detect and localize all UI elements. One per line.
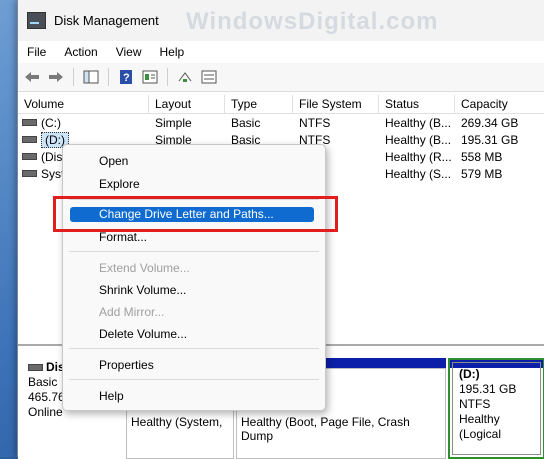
back-arrow-icon[interactable] xyxy=(22,68,42,86)
column-layout[interactable]: Layout xyxy=(149,95,225,113)
capacity-cell: 269.34 GB xyxy=(461,115,519,130)
menu-item-open[interactable]: Open xyxy=(99,154,128,168)
help-icon[interactable]: ? xyxy=(116,68,136,86)
column-volume[interactable]: Volume xyxy=(18,95,149,113)
disk-management-icon xyxy=(27,12,46,29)
menu-item-explore[interactable]: Explore xyxy=(99,177,140,191)
title-bar: Disk Management WindowsDigital.com xyxy=(18,0,544,41)
console-tree-icon[interactable] xyxy=(81,68,101,86)
partition-status: Healthy (System, xyxy=(131,415,223,429)
menu-separator xyxy=(69,251,319,252)
menu-item-properties[interactable]: Properties xyxy=(99,358,154,372)
table-row[interactable]: (C:) Simple Basic NTFS Healthy (B... 269… xyxy=(18,114,544,131)
menu-separator xyxy=(69,379,319,380)
menu-separator xyxy=(69,348,319,349)
drive-icon xyxy=(22,170,37,177)
menu-action[interactable]: Action xyxy=(55,45,106,59)
menu-item-delete-volume[interactable]: Delete Volume... xyxy=(99,327,187,341)
svg-text:?: ? xyxy=(123,72,130,84)
context-menu: Open Explore Change Drive Letter and Pat… xyxy=(62,144,326,411)
menu-item-help[interactable]: Help xyxy=(99,389,124,403)
toolbar-separator xyxy=(167,68,168,86)
menu-help[interactable]: Help xyxy=(151,45,194,59)
drive-icon xyxy=(22,119,37,126)
menu-item-format[interactable]: Format... xyxy=(99,230,147,244)
disk-type: Basic xyxy=(28,375,58,389)
menu-view[interactable]: View xyxy=(107,45,151,59)
disk-size: 465.76 xyxy=(28,390,65,404)
volume-name: (C:) xyxy=(41,115,61,130)
menu-bar: File Action View Help xyxy=(18,41,544,63)
volume-name: (Dis xyxy=(41,149,63,164)
forward-arrow-icon[interactable] xyxy=(46,68,66,86)
column-type[interactable]: Type xyxy=(225,95,293,113)
toolbar: ? xyxy=(18,63,544,92)
properties-icon[interactable] xyxy=(140,68,160,86)
column-capacity[interactable]: Capacity xyxy=(455,95,544,113)
drive-icon xyxy=(22,153,37,160)
capacity-cell: 579 MB xyxy=(461,166,503,181)
layout-cell: Simple xyxy=(155,115,192,130)
status-cell: Healthy (B... xyxy=(385,115,452,130)
fs-cell: NTFS xyxy=(299,115,331,130)
capacity-cell: 195.31 GB xyxy=(461,132,519,147)
menu-item-extend-volume[interactable]: Extend Volume... xyxy=(99,261,190,275)
watermark-text: WindowsDigital.com xyxy=(186,8,439,35)
d-partition[interactable]: (D:) 195.31 GB NTFS Healthy (Logical xyxy=(448,358,544,459)
capacity-cell: 558 MB xyxy=(461,149,503,164)
menu-item-add-mirror[interactable]: Add Mirror... xyxy=(99,305,164,319)
column-status[interactable]: Status xyxy=(379,95,455,113)
disk-icon xyxy=(28,364,43,371)
partition-status: Healthy (Boot, Page File, Crash Dump xyxy=(241,415,410,443)
status-cell: Healthy (R... xyxy=(385,149,452,164)
column-file-system[interactable]: File System xyxy=(293,95,379,113)
toolbar-separator xyxy=(108,68,109,86)
type-cell: Basic xyxy=(231,115,261,130)
menu-item-shrink-volume[interactable]: Shrink Volume... xyxy=(99,283,186,297)
rescan-icon[interactable] xyxy=(175,68,195,86)
volume-list-header: Volume Layout Type File System Status Ca… xyxy=(18,95,544,114)
partition-label: (D:) xyxy=(459,367,480,381)
status-cell: Healthy (B... xyxy=(385,132,452,147)
status-cell: Healthy (S... xyxy=(385,166,452,181)
disk-info[interactable]: Dis Basic 465.76 Online xyxy=(28,360,65,420)
menu-file[interactable]: File xyxy=(18,45,55,59)
list-icon[interactable] xyxy=(199,68,219,86)
drive-icon xyxy=(22,136,37,143)
toolbar-separator xyxy=(73,68,74,86)
annotation-highlight-box xyxy=(53,196,338,232)
volume-name: Syst xyxy=(41,166,65,181)
partition-status: Healthy (Logical xyxy=(459,412,502,441)
disk-state: Online xyxy=(28,405,63,419)
partition-size: 195.31 GB NTFS xyxy=(459,382,517,411)
window-title: Disk Management xyxy=(54,13,159,28)
